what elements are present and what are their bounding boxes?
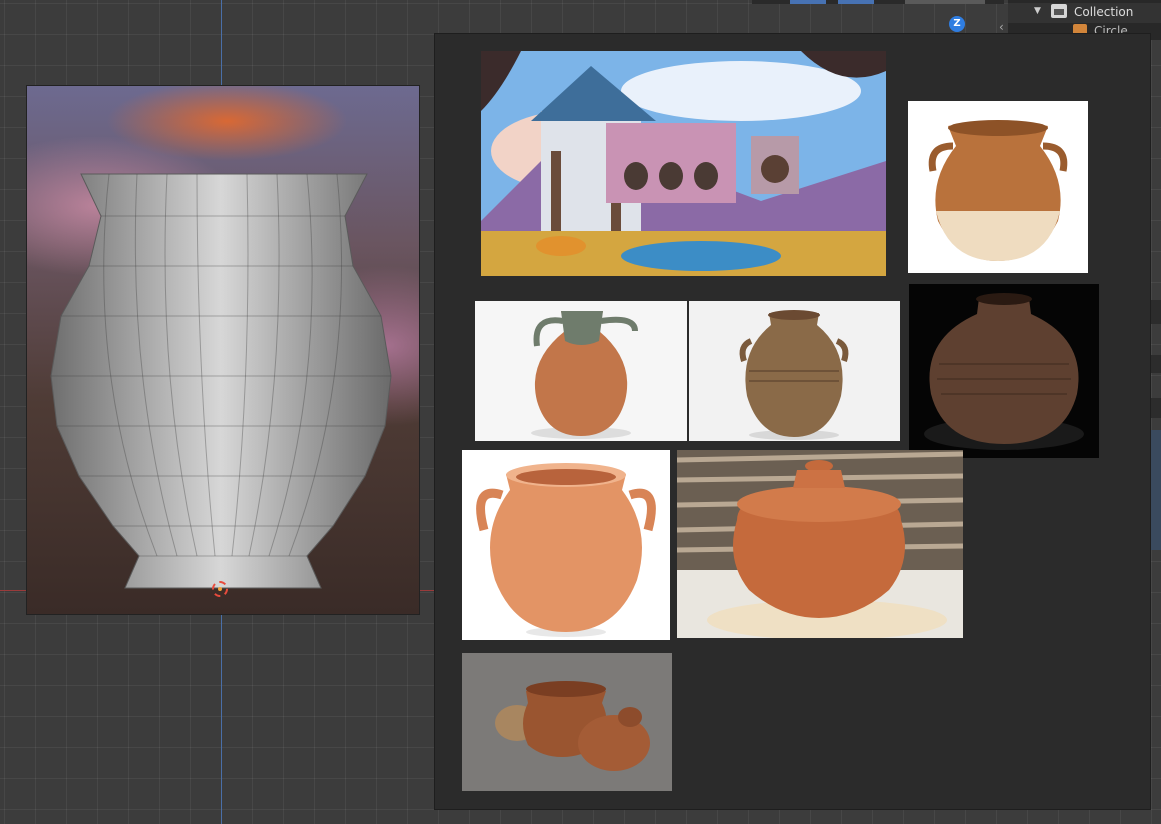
reference-image-lidded-pot[interactable] [677,450,963,638]
collapse-arrow-icon[interactable]: ▼ [1034,6,1041,16]
properties-panel-fragment[interactable] [1150,430,1161,550]
vase-mesh[interactable] [27,86,419,614]
shading-buttons[interactable] [905,0,985,4]
reference-image-ribbed-pot[interactable] [689,301,900,441]
navigation-gizmo-z[interactable]: Z [949,16,965,32]
header-button[interactable] [838,0,874,4]
chevron-left-icon[interactable]: ‹ [999,20,1004,34]
reference-image-terracotta-pot[interactable] [462,450,670,640]
collection-icon [1051,4,1067,18]
properties-tab[interactable] [1150,398,1161,418]
properties-tab[interactable] [1150,355,1161,373]
collection-label: Collection [1074,5,1134,19]
header-button[interactable] [790,0,826,4]
reference-image-green-glaze-jug[interactable] [475,301,687,441]
reference-image-village[interactable] [481,51,886,276]
reference-image-small-pot[interactable] [462,653,672,791]
reference-image-white-base-jar[interactable] [908,101,1088,273]
background-reference-image [26,85,420,615]
properties-tab[interactable] [1150,300,1161,324]
object-origin-icon[interactable] [212,581,228,597]
reference-image-dark-pot[interactable] [909,284,1099,458]
reference-board[interactable] [434,33,1151,810]
